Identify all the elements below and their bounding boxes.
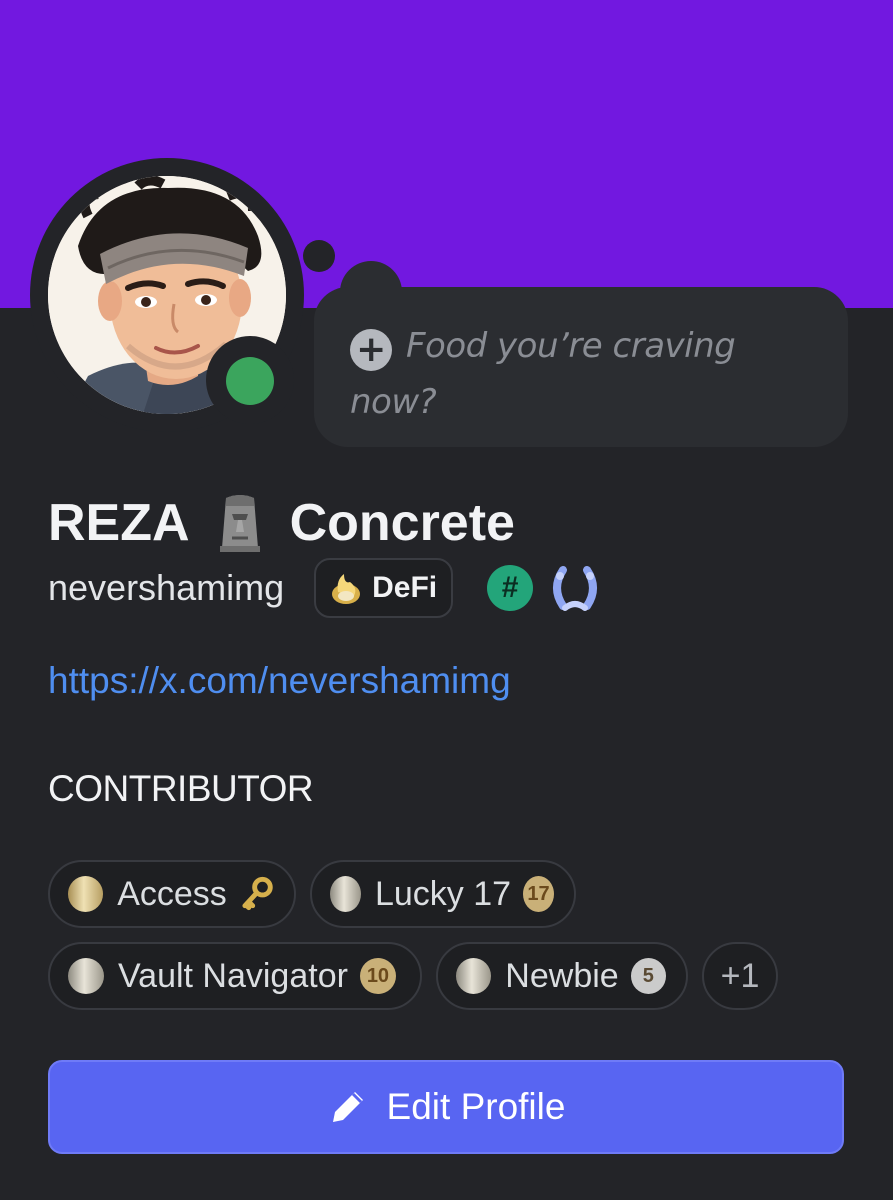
username: nevershamimg: [48, 567, 285, 608]
online-status-icon: [226, 357, 274, 405]
coin-icon: [456, 958, 492, 994]
edit-profile-button[interactable]: Edit Profile: [48, 1060, 844, 1154]
role-title: CONTRIBUTOR: [48, 768, 314, 809]
laurel-badge-icon[interactable]: [547, 560, 603, 616]
hashtag-badge-icon[interactable]: #: [487, 565, 534, 611]
badge-chip-lucky-17[interactable]: Lucky 17 17: [310, 860, 576, 928]
badge-label: Vault Navigator: [118, 956, 348, 995]
custom-status-line2: now?: [350, 382, 437, 422]
display-name-second: Concrete: [289, 494, 515, 552]
badge-label: Lucky 17: [374, 874, 512, 913]
custom-status-text[interactable]: + Food you’re craving now?: [350, 318, 820, 430]
badge-count: 5: [630, 958, 666, 994]
badge-chip-vault-navigator[interactable]: Vault Navigator 10: [48, 942, 422, 1010]
add-status-icon[interactable]: +: [350, 329, 392, 371]
edit-profile-label: Edit Profile: [386, 1086, 566, 1127]
badge-label: Newbie: [505, 956, 619, 995]
server-tag-label: DeFi: [372, 571, 438, 604]
coin-icon: [68, 958, 104, 994]
key-icon: [242, 876, 273, 911]
badge-chip-access[interactable]: Access: [48, 860, 296, 928]
badge-count: 17: [523, 876, 554, 912]
coin-icon: [68, 876, 104, 912]
thought-bubble-dot-small: [303, 240, 335, 272]
moai-icon: [219, 495, 260, 552]
profile-link[interactable]: https://x.com/nevershamimg: [48, 660, 511, 702]
badge-label: Access: [117, 874, 227, 913]
pencil-icon: [332, 1092, 363, 1122]
display-name-first: REZA: [48, 494, 190, 552]
coin-icon: [330, 876, 361, 912]
badges-more-button[interactable]: +1: [702, 942, 778, 1010]
server-tag[interactable]: DeFi: [314, 558, 454, 618]
defi-flame-icon: [332, 574, 361, 604]
badge-count: 10: [359, 958, 396, 994]
username-row: nevershamimg DeFi #: [48, 558, 603, 618]
badge-chip-newbie[interactable]: Newbie 5: [436, 942, 688, 1010]
display-name: REZA Concrete: [48, 488, 515, 558]
custom-status-line1: Food you’re craving: [406, 326, 736, 366]
